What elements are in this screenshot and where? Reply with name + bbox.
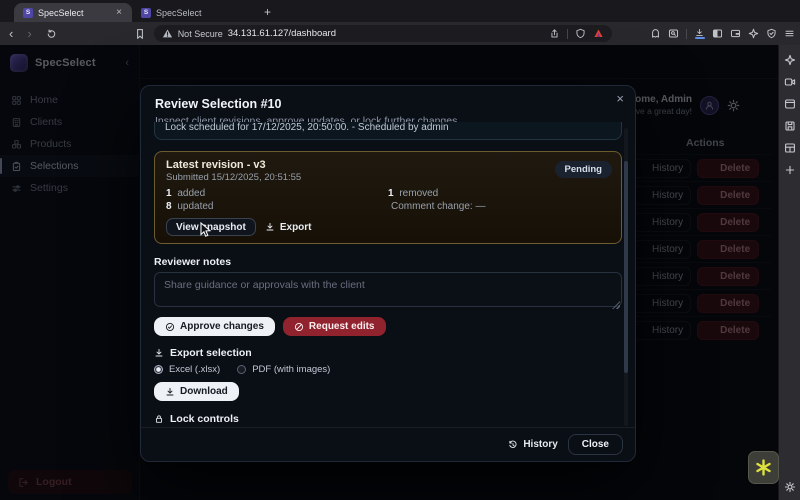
- window-icon[interactable]: [784, 98, 796, 110]
- split-view-icon[interactable]: [712, 28, 723, 39]
- check-circle-icon: [165, 322, 175, 332]
- screen: S SpecSelect × S SpecSelect + ‹ › Not Se…: [0, 0, 800, 500]
- reload-icon[interactable]: [41, 28, 62, 40]
- forward-button[interactable]: ›: [22, 27, 36, 40]
- modal-title: Review Selection #10: [155, 97, 282, 111]
- scrollbar-thumb[interactable]: [624, 161, 628, 373]
- favicon: S: [23, 7, 33, 18]
- lock-scheduled-banner: Lock scheduled for 17/12/2025, 20:50:00.…: [154, 122, 622, 140]
- tab-close-icon[interactable]: ×: [115, 7, 123, 18]
- sparkle-icon[interactable]: [748, 28, 759, 39]
- reviewer-notes-label: Reviewer notes: [154, 256, 232, 268]
- request-edits-button[interactable]: Request edits: [282, 317, 386, 336]
- mouse-cursor: [200, 221, 213, 243]
- revision-stat: 1 added: [166, 188, 206, 199]
- modal-footer: History Close: [141, 427, 635, 461]
- export-format-options: Excel (.xlsx) PDF (with images): [154, 364, 622, 375]
- download-button[interactable]: Download: [154, 382, 239, 401]
- urlbar-icons: [549, 28, 604, 39]
- revision-submitted: Submitted 15/12/2025, 20:51:55: [166, 172, 302, 183]
- grid-icon[interactable]: [784, 142, 796, 154]
- radio-option-unselected[interactable]: PDF (with images): [237, 364, 330, 375]
- reviewer-notes-field: [154, 272, 622, 312]
- reviewer-notes-input[interactable]: [154, 272, 622, 307]
- close-button[interactable]: Close: [567, 434, 623, 455]
- plus-icon[interactable]: [784, 164, 796, 176]
- download-row: Download: [154, 382, 622, 402]
- menu-icon[interactable]: [784, 28, 795, 39]
- block-icon: [294, 322, 304, 332]
- side-panel-icons: [779, 45, 800, 176]
- url-text: 34.131.61.127/dashboard: [227, 28, 337, 39]
- new-tab-button[interactable]: +: [250, 5, 281, 22]
- sparkle-icon[interactable]: [784, 54, 796, 66]
- divider: [566, 28, 568, 39]
- shield-badge-icon[interactable]: [766, 28, 777, 39]
- download-icon[interactable]: [694, 28, 705, 39]
- asterisk-widget-button[interactable]: [748, 451, 779, 484]
- modal-body: Lock scheduled for 17/12/2025, 20:50:00.…: [141, 122, 635, 429]
- status-badge: Pending: [554, 161, 612, 178]
- approve-changes-button[interactable]: Approve changes: [154, 317, 275, 336]
- shield-icon[interactable]: [575, 28, 586, 39]
- divider: [686, 28, 687, 39]
- browser-tabstrip: S SpecSelect × S SpecSelect +: [0, 0, 800, 22]
- download-icon: [265, 222, 275, 232]
- browser-side-panel: [778, 45, 800, 500]
- extensions-icon[interactable]: [650, 28, 661, 39]
- tabs: S SpecSelect × S SpecSelect: [0, 0, 250, 22]
- revision-stat: 1 removed: [388, 188, 439, 199]
- wallet-icon[interactable]: [730, 28, 741, 39]
- lock-icon: [154, 414, 164, 424]
- export-selection-header: Export selection: [154, 347, 622, 359]
- history-icon: [508, 440, 518, 450]
- tab-title: SpecSelect: [156, 7, 202, 18]
- revision-stat: Comment change: —: [391, 201, 486, 212]
- review-selection-modal: Review Selection #10 Inspect client revi…: [140, 85, 636, 462]
- back-button[interactable]: ‹: [4, 27, 18, 40]
- radio-icon: [154, 365, 163, 374]
- share-icon[interactable]: [549, 28, 560, 39]
- revision-stats: 1 added 1 removed 8 updated Comment change:…: [166, 188, 610, 212]
- asterisk-icon: [754, 458, 773, 477]
- revision-buttons: View snapshot Export: [166, 218, 610, 236]
- warning-icon: [162, 28, 173, 39]
- browser-tab[interactable]: S SpecSelect: [132, 3, 250, 22]
- toolbar-right-icons: [650, 28, 795, 39]
- security-label: Not Secure: [177, 28, 223, 39]
- close-icon[interactable]: ×: [616, 92, 624, 105]
- brave-rewards-icon[interactable]: [593, 28, 604, 39]
- download-icon: [154, 348, 164, 358]
- export-button[interactable]: Export: [265, 218, 312, 236]
- browser-toolbar: ‹ › Not Secure 34.131.61.127/dashboard: [0, 22, 800, 45]
- lock-controls-header: Lock controls: [154, 413, 622, 425]
- favicon: S: [141, 7, 151, 18]
- history-button[interactable]: History: [508, 439, 558, 450]
- review-actions: Approve changes Request edits: [154, 317, 622, 336]
- url-bar[interactable]: Not Secure 34.131.61.127/dashboard: [153, 25, 612, 42]
- radio-option-selected[interactable]: Excel (.xlsx): [154, 364, 220, 375]
- revision-stat: 8 updated: [166, 201, 214, 212]
- gear-icon[interactable]: [784, 481, 796, 493]
- browser-tab[interactable]: S SpecSelect ×: [14, 3, 132, 22]
- save-icon[interactable]: [784, 120, 796, 132]
- video-icon[interactable]: [784, 76, 796, 88]
- bookmark-icon[interactable]: [134, 28, 146, 40]
- download-icon: [165, 387, 175, 397]
- tab-title: SpecSelect: [38, 7, 84, 18]
- search-box-icon[interactable]: [668, 28, 679, 39]
- revision-title: Latest revision - v3: [166, 159, 266, 171]
- revision-card: Latest revision - v3 Submitted 15/12/202…: [154, 151, 622, 244]
- radio-icon: [237, 365, 247, 374]
